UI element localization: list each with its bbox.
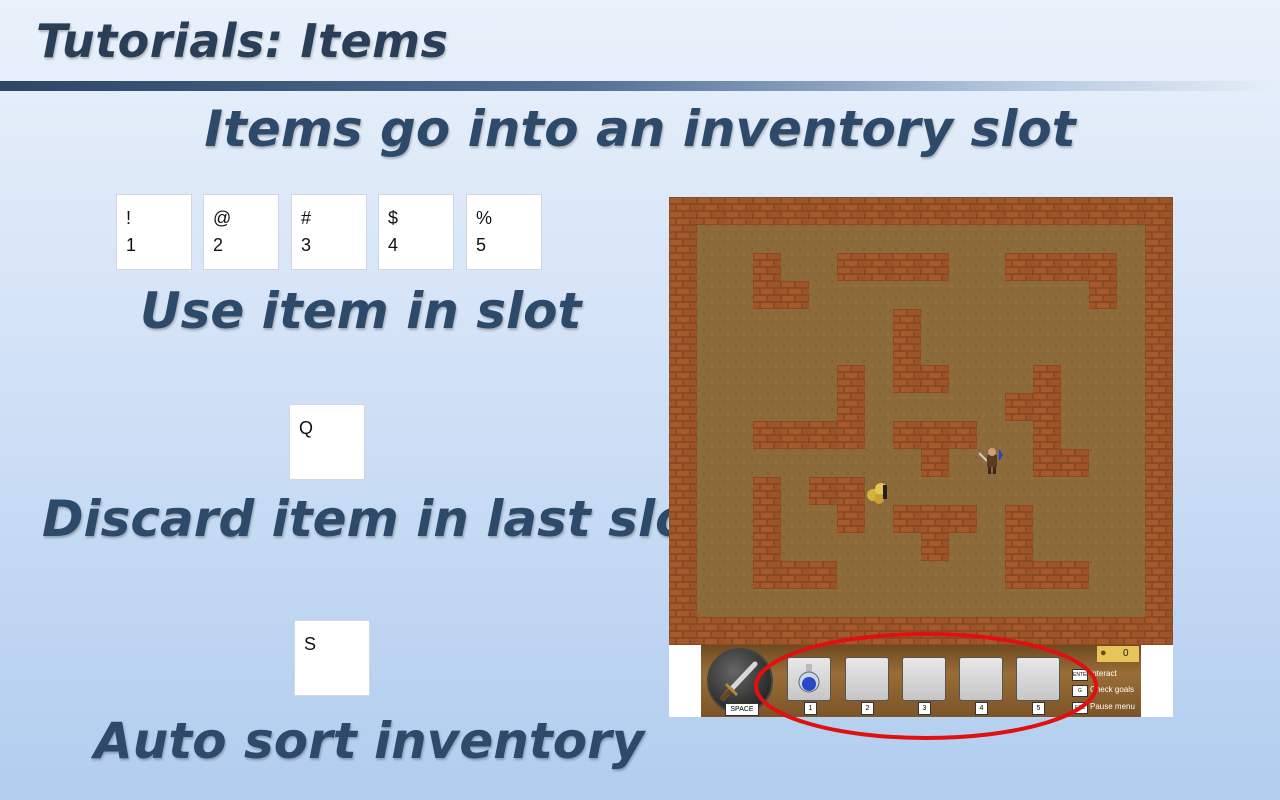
key-s-symbol: S — [304, 634, 317, 654]
key-3-number: 3 — [301, 235, 312, 255]
main-heading: Items go into an inventory slot — [204, 100, 1076, 158]
inventory-slot-1-number: 1 — [804, 702, 817, 715]
key-5-symbol: % — [476, 208, 493, 228]
potion-icon — [798, 664, 820, 693]
game-map — [669, 197, 1173, 645]
interact-label: Interact — [1090, 669, 1117, 678]
inventory-slot-2[interactable] — [845, 657, 889, 701]
game-screenshot: SPACE 1 2 3 4 5 ● 0 ENTER In — [669, 197, 1173, 740]
key-q-symbol: Q — [299, 418, 314, 438]
key-4-symbol: $ — [388, 208, 399, 228]
key-5-number: 5 — [476, 235, 487, 255]
key-4: $ 4 — [378, 194, 454, 270]
key-2: @ 2 — [203, 194, 279, 270]
key-s: S — [294, 620, 370, 696]
hud-bar: SPACE 1 2 3 4 5 ● 0 ENTER In — [669, 645, 1173, 717]
key-1-symbol: ! — [126, 208, 132, 228]
key-4-number: 4 — [388, 235, 399, 255]
key-5: % 5 — [466, 194, 542, 270]
inventory-slot-2-number: 2 — [861, 702, 874, 715]
inventory-slot-4-number: 4 — [975, 702, 988, 715]
key-2-number: 2 — [213, 235, 224, 255]
g-key-tag: G — [1072, 685, 1088, 697]
key-1-number: 1 — [126, 235, 137, 255]
esc-key-tag: ESC — [1072, 702, 1088, 714]
key-1: ! 1 — [116, 194, 192, 270]
gold-coin-icon: ● — [1100, 647, 1107, 659]
pause-menu-label: Pause menu — [1090, 702, 1135, 711]
check-goals-label: Check goals — [1090, 685, 1135, 694]
key-3-symbol: # — [301, 208, 312, 228]
title-underline-bar — [0, 81, 1280, 91]
inventory-slot-4[interactable] — [959, 657, 1003, 701]
hud-panel: SPACE 1 2 3 4 5 ● 0 ENTER In — [701, 645, 1141, 717]
gold-counter: ● 0 — [1097, 646, 1139, 662]
key-3: # 3 — [291, 194, 367, 270]
inventory-slot-3-number: 3 — [918, 702, 931, 715]
discard-item-label: Discard item in last slot — [42, 490, 714, 548]
enter-key-tag: ENTER — [1072, 669, 1088, 681]
use-item-label: Use item in slot — [140, 282, 582, 340]
key-q: Q — [289, 404, 365, 480]
inventory-slot-5-number: 5 — [1032, 702, 1045, 715]
inventory-slot-1[interactable] — [787, 657, 831, 701]
attack-key-tag: SPACE — [725, 703, 759, 716]
gold-value: 0 — [1123, 648, 1129, 659]
inventory-slot-3[interactable] — [902, 657, 946, 701]
auto-sort-label: Auto sort inventory — [94, 712, 645, 770]
key-2-symbol: @ — [213, 208, 232, 228]
page-title: Tutorials: Items — [36, 14, 449, 68]
inventory-slot-5[interactable] — [1016, 657, 1060, 701]
